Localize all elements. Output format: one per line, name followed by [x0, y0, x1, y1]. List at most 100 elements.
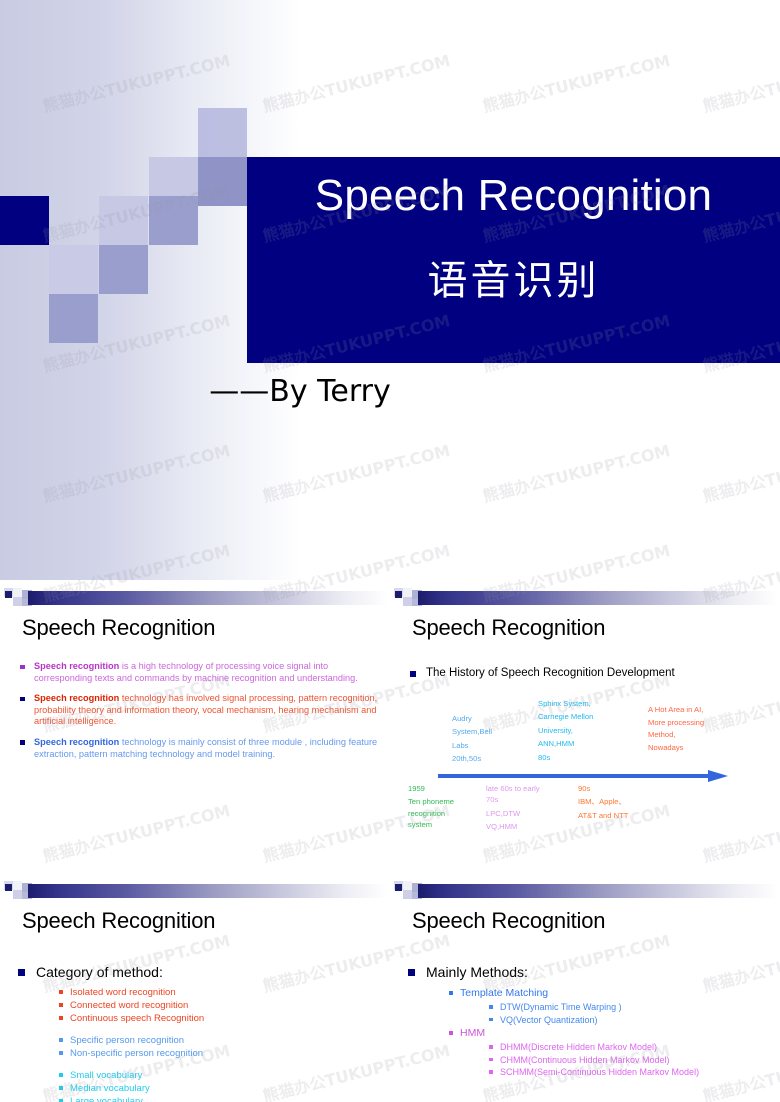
band-square: [5, 884, 12, 891]
title-author: ——By Terry: [209, 374, 391, 409]
page-title: Speech Recognition: [314, 171, 713, 220]
timeline-column: Sphinx System, Carnegie Mellon University,…: [538, 698, 618, 765]
list-item-label: Isolated word recognition: [70, 987, 176, 998]
list-item: Median vocabulary: [58, 1082, 204, 1095]
bullet-square-icon: [59, 990, 63, 994]
timeline-line: 80s: [538, 752, 551, 762]
slide-header-band: [390, 588, 780, 610]
timeline-line: AT&T and NTT: [578, 810, 629, 820]
list-item-label: Small vocabulary: [70, 1070, 143, 1081]
bullet-square-icon: [20, 740, 25, 745]
bullet-bold-term: Speech recognition: [34, 736, 120, 747]
list-item-label: DTW(Dynamic Time Warping ): [500, 1002, 622, 1012]
list-item: Small vocabulary: [58, 1069, 204, 1082]
mosaic-square: [149, 196, 198, 245]
method-group-label: HMM: [448, 1026, 699, 1041]
bullet-square-icon: [18, 969, 25, 976]
list-item-label: DHMM(Discrete Hidden Markov Model): [500, 1042, 658, 1053]
slide-methods: Speech Recognition Mainly Methods: Templ…: [390, 878, 780, 1102]
timeline-line: 20th,50s: [452, 754, 482, 764]
band-gradient-bar: [418, 591, 778, 605]
bullet-item: Speech recognition technology is mainly …: [18, 737, 378, 760]
list-item: DTW(Dynamic Time Warping ): [488, 1001, 699, 1014]
bullet-square-icon: [20, 664, 25, 669]
timeline-line: IBM、Apple、: [578, 797, 627, 807]
bullet-square-icon: [59, 1086, 63, 1090]
band-square: [395, 884, 402, 891]
list-item: Specific person recognition: [58, 1034, 204, 1047]
list-item-label: CHMM(Continuous Hidden Markov Model): [500, 1054, 670, 1065]
bullet-bold-term: Speech recognition: [34, 693, 120, 704]
timeline-line: 1959: [408, 784, 425, 793]
bullet-square-icon: [449, 1031, 453, 1036]
timeline-line: Nowadays: [648, 743, 684, 753]
bullet-item: Speech recognition is a high technology …: [18, 661, 378, 684]
timeline-line: VQ,HMM: [486, 822, 518, 832]
list-item: Non-specific person recognition: [58, 1047, 204, 1060]
slide-overview: Speech Recognition Speech recognition is…: [0, 585, 390, 878]
mosaic-square: [49, 245, 98, 294]
method-group-name: HMM: [460, 1027, 486, 1040]
method-item-list: DTW(Dynamic Time Warping ) VQ(Vector Quan…: [448, 1001, 699, 1026]
presentation-sheet: Speech Recognition 语音识别 ——By Terry Speec…: [0, 0, 780, 1102]
list-item-label: Connected word recognition: [70, 1000, 189, 1011]
band-gradient-bar: [418, 884, 778, 898]
method-group-name: Template Matching: [460, 987, 549, 999]
category-group: Isolated word recognition Connected word …: [58, 986, 204, 1025]
list-item-label: Specific person recognition: [70, 1035, 185, 1046]
bullet-square-icon: [410, 671, 416, 677]
list-item: SCHMM(Semi-Continuous Hidden Markov Mode…: [488, 1066, 699, 1079]
timeline-column: 90s IBM、Apple、 AT&T and NTT: [578, 783, 668, 823]
bullet-square-icon: [59, 1003, 63, 1007]
timeline-line: Sphinx System,: [538, 699, 591, 708]
list-item: Large vocabulary: [58, 1095, 204, 1102]
mosaic-square: [99, 196, 148, 245]
slide-category: Speech Recognition Category of method: I…: [0, 878, 390, 1102]
band-square: [13, 588, 22, 597]
list-item: CHMM(Continuous Hidden Markov Model): [488, 1054, 699, 1067]
mosaic-square: [99, 245, 148, 294]
category-lead-label: Category of method:: [36, 964, 163, 980]
band-square: [403, 588, 412, 597]
band-square: [13, 890, 22, 899]
list-item-label: Continuous speech Recognition: [70, 1013, 205, 1024]
mosaic-square: [198, 157, 247, 206]
category-group: Specific person recognition Non-specific …: [58, 1034, 204, 1060]
band-square: [395, 591, 402, 598]
list-item-label: VQ(Vector Quantization): [500, 1014, 598, 1025]
timeline-line: More processing Method,: [648, 718, 705, 739]
slide-header-band: [0, 588, 390, 610]
list-item: Connected word recognition: [58, 999, 204, 1012]
bullet-square-icon: [59, 1038, 63, 1042]
slide-heading: Speech Recognition: [412, 908, 606, 933]
list-item: DHMM(Discrete Hidden Markov Model): [488, 1041, 699, 1054]
bullet-square-icon: [59, 1073, 63, 1077]
timeline-column: Audry System,Bell Labs 20th,50s: [452, 713, 514, 767]
timeline-column: 1959 Ten phoneme recognition system: [408, 783, 466, 833]
timeline-line: 90s: [578, 784, 591, 793]
list-item-label: SCHMM(Semi-Continuous Hidden Markov Mode…: [500, 1067, 700, 1078]
slide-heading: Speech Recognition: [22, 615, 216, 640]
methods-lead: Mainly Methods:: [406, 964, 528, 980]
bullet-square-icon: [59, 1051, 63, 1055]
timeline-line: ANN,HMM: [538, 739, 575, 749]
band-square: [403, 890, 412, 899]
bullet-square-icon: [408, 969, 415, 976]
methods-sub-list: Template Matching DTW(Dynamic Time Warpin…: [448, 986, 699, 1079]
mosaic-square: [0, 196, 49, 245]
timeline-arrow-icon: [438, 770, 728, 782]
slide-heading: Speech Recognition: [412, 615, 606, 640]
band-square: [13, 881, 22, 890]
list-item: VQ(Vector Quantization): [488, 1014, 699, 1027]
timeline-line: University,: [538, 725, 573, 735]
category-sub-list: Isolated word recognition Connected word …: [58, 986, 204, 1102]
category-lead: Category of method:: [16, 964, 163, 980]
slide-heading: Speech Recognition: [22, 908, 216, 933]
slide-title: Speech Recognition 语音识别 ——By Terry: [0, 0, 780, 580]
methods-lead-label: Mainly Methods:: [426, 964, 528, 980]
bullet-square-icon: [449, 991, 453, 995]
band-square: [403, 881, 412, 890]
bullet-square-icon: [489, 1070, 493, 1074]
bullet-list: Speech recognition is a high technology …: [18, 661, 378, 769]
mosaic-square: [49, 294, 98, 343]
